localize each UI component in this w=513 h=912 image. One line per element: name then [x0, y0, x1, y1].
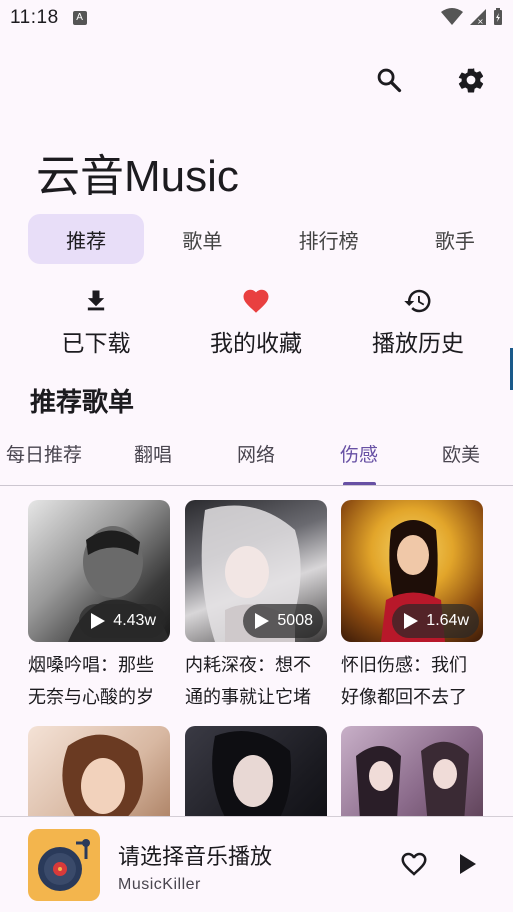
playlist-cover: 1.64w: [341, 500, 483, 642]
vinyl-record-icon: [38, 839, 90, 891]
play-count-badge: 4.43w: [79, 604, 166, 638]
battery-icon: [494, 8, 502, 25]
subtab-western[interactable]: 欧美: [442, 440, 480, 467]
history-button[interactable]: 播放历史: [366, 286, 470, 358]
playlist-card[interactable]: 1.64w 怀旧伤感：我们好像都回不去了: [341, 500, 483, 714]
tab-recommend[interactable]: 推荐: [28, 214, 145, 264]
heart-outline-icon: [401, 852, 427, 876]
playlist-card[interactable]: [28, 726, 170, 816]
history-icon: [404, 289, 431, 313]
app-title: 云音Music: [36, 152, 239, 201]
mini-player: 请选择音乐播放 MusicKiller: [0, 816, 513, 912]
search-icon: [377, 68, 402, 93]
settings-button[interactable]: [453, 62, 489, 98]
playlist-card[interactable]: 5008 内耗深夜：想不通的事就让它堵: [185, 500, 327, 714]
now-playing-title: 请选择音乐播放: [118, 845, 273, 870]
playlist-cover: 5008: [185, 500, 327, 642]
play-icon: [255, 613, 270, 629]
downloaded-button[interactable]: 已下载: [58, 286, 134, 358]
tab-playlists[interactable]: 歌单: [144, 214, 260, 264]
playlist-grid: 4.43w 烟嗓吟唱：那些无奈与心酸的岁 5008 内耗深夜：想不通的事就让它堵: [0, 486, 513, 816]
tab-charts[interactable]: 排行榜: [261, 214, 397, 264]
favorite-button[interactable]: [398, 849, 430, 883]
status-bar: 11:18 A ×: [0, 0, 513, 36]
play-count-badge: 1.64w: [392, 604, 479, 638]
play-icon: [91, 613, 106, 629]
playlist-cover: [185, 726, 327, 816]
subtab-sad[interactable]: 伤感: [340, 440, 378, 467]
signal-icon: ×: [470, 9, 486, 26]
accessibility-notification-icon: A: [72, 11, 87, 25]
play-count: 1.64w: [426, 612, 469, 629]
playlist-title: 烟嗓吟唱：那些无奈与心酸的岁: [28, 655, 154, 708]
gear-icon: [458, 68, 484, 93]
now-playing-artist: MusicKiller: [118, 876, 201, 893]
status-time: 11:18: [10, 7, 59, 28]
album-art[interactable]: [28, 829, 100, 901]
playlist-cover: [341, 726, 483, 816]
wifi-icon: [441, 8, 463, 25]
status-icons: ×: [441, 8, 503, 26]
playlist-card[interactable]: 4.43w 烟嗓吟唱：那些无奈与心酸的岁: [28, 500, 170, 714]
history-label: 播放历史: [372, 331, 464, 357]
playlist-card[interactable]: [185, 726, 327, 816]
heart-icon: [243, 289, 269, 313]
tab-artists[interactable]: 歌手: [397, 214, 513, 264]
playlist-title: 怀旧伤感：我们好像都回不去了: [341, 655, 467, 708]
subtab-internet[interactable]: 网络: [237, 440, 275, 467]
favorites-button[interactable]: 我的收藏: [204, 286, 308, 358]
play-count: 5008: [277, 612, 313, 629]
play-icon: [404, 613, 419, 629]
illustration-image: [356, 741, 469, 816]
portrait-image: [62, 734, 143, 816]
downloaded-label: 已下载: [61, 331, 131, 357]
playlist-card[interactable]: [341, 726, 483, 816]
playlist-cover: 4.43w: [28, 500, 170, 642]
svg-text:×: ×: [477, 17, 484, 26]
favorites-label: 我的收藏: [210, 331, 302, 357]
playlist-title: 内耗深夜：想不通的事就让它堵: [185, 655, 311, 708]
quick-actions: 已下载 我的收藏 播放历史: [0, 286, 513, 362]
section-title: 推荐歌单: [30, 388, 135, 418]
download-icon: [87, 290, 105, 311]
playlist-cover: [28, 726, 170, 816]
play-icon: [460, 854, 476, 874]
play-count-badge: 5008: [243, 604, 323, 638]
play-count: 4.43w: [113, 612, 156, 629]
search-button[interactable]: [371, 62, 407, 98]
subtab-cover[interactable]: 翻唱: [134, 440, 172, 467]
play-button[interactable]: [456, 851, 480, 881]
category-tabs: 每日推荐 翻唱 网络 伤感 欧美: [0, 430, 513, 486]
portrait-image: [212, 731, 291, 816]
top-app-bar-actions: [371, 62, 489, 98]
main-tabs: 推荐 歌单 排行榜 歌手: [28, 214, 513, 264]
subtab-daily[interactable]: 每日推荐: [6, 440, 82, 467]
